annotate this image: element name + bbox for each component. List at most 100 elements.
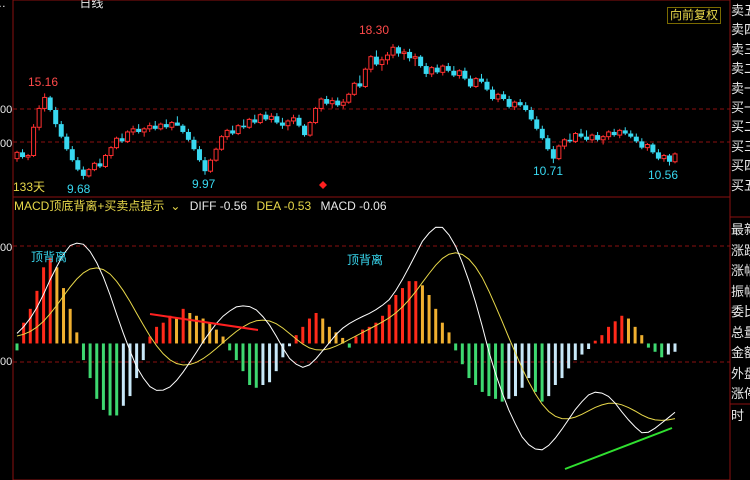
order-book-label[interactable]: 卖一	[731, 81, 750, 97]
macd-histogram-bar	[28, 308, 32, 344]
candle-body	[512, 101, 518, 108]
macd-histogram-bar	[447, 332, 451, 344]
chevron-down-icon[interactable]: ⌄	[170, 199, 180, 213]
candle-body	[86, 169, 92, 177]
candle-body	[174, 122, 180, 126]
macd-histogram-bar	[68, 308, 72, 344]
candle-body	[534, 119, 540, 129]
macd-histogram-bar	[427, 295, 431, 344]
macd-histogram-bar	[660, 343, 664, 358]
candle-body	[47, 97, 53, 110]
bottom-divergence-line	[564, 427, 673, 470]
candle-body	[495, 93, 501, 100]
candle-body	[434, 67, 440, 73]
macd-histogram-bar	[460, 343, 464, 365]
candle-body	[14, 151, 20, 160]
macd-histogram-bar	[573, 343, 577, 361]
fuquan-button[interactable]: 向前复权	[667, 7, 722, 24]
quote-stat-label: 涨跌	[731, 242, 750, 258]
candle-body	[561, 139, 567, 147]
candle-body	[75, 160, 81, 170]
annotation-low-mid: 9.97	[192, 177, 216, 191]
candle-body	[368, 56, 374, 70]
macd-histogram-bar	[533, 343, 537, 392]
candle-body	[285, 120, 291, 127]
macd-histogram-bar	[440, 322, 444, 344]
candle-body	[384, 54, 390, 61]
candle-body	[91, 162, 97, 171]
macd-histogram-bar	[480, 343, 484, 392]
diff-value: DIFF -0.56	[189, 199, 248, 213]
macd-histogram-bar	[35, 290, 39, 344]
candle-body	[595, 135, 601, 140]
macd-histogram-bar	[474, 343, 478, 385]
annotation-high-peak: 18.30	[359, 23, 390, 37]
macd-histogram-bar	[626, 318, 630, 344]
quote-stat-label: 涨停	[731, 386, 750, 401]
candle-body	[119, 138, 125, 142]
candle-body	[523, 105, 529, 110]
candle-body	[556, 145, 562, 160]
candle-body	[108, 147, 114, 156]
candle-body	[528, 110, 534, 120]
macd-header: MACD顶底背离+买卖点提示 ⌄ DIFF -0.56 DEA -0.53 MAC…	[14, 199, 393, 213]
period-fragment[interactable]: 日线	[79, 0, 103, 10]
candle-body	[539, 128, 545, 139]
quote-stat-label: 外盘	[731, 365, 750, 381]
candle-body	[185, 131, 191, 140]
candle-body	[578, 133, 584, 137]
candle-body	[473, 78, 479, 87]
candle-body	[661, 154, 667, 160]
macd-histogram-bar	[75, 332, 79, 344]
macd-histogram-bar	[646, 343, 650, 348]
order-book-label: 卖四	[731, 22, 750, 38]
candle-body	[152, 125, 158, 129]
candle-body	[69, 149, 75, 161]
macd-histogram-bar	[88, 343, 92, 379]
candle-body	[617, 129, 623, 136]
macd-histogram-bar	[155, 326, 159, 344]
time-tab[interactable]: 时	[731, 408, 750, 424]
candle-body	[20, 152, 26, 158]
chart-canvas	[12, 0, 750, 480]
macd-histogram-bar	[288, 343, 292, 347]
macd-histogram-bar	[161, 322, 165, 344]
candle-body	[484, 81, 490, 90]
macd-histogram-bar	[301, 326, 305, 344]
quote-stat-label: 最新	[731, 222, 750, 237]
candle-body	[219, 136, 225, 150]
candle-body	[644, 144, 650, 149]
candle-body	[25, 154, 31, 158]
macd-histogram-bar	[168, 315, 172, 344]
macd-histogram-bar	[141, 343, 145, 361]
candle-body	[224, 129, 230, 138]
macd-histogram-bar	[307, 318, 311, 344]
candle-body	[163, 124, 169, 128]
candle-body	[53, 110, 59, 125]
candle-body	[501, 94, 507, 100]
macd-histogram-bar	[613, 321, 617, 344]
macd-histogram-bar	[467, 343, 471, 379]
macd-histogram-bar	[241, 343, 245, 372]
macd-histogram-bar	[254, 343, 258, 388]
macd-axis-label-lower: 00	[0, 356, 13, 368]
candle-body	[257, 114, 263, 124]
indicator-selector[interactable]: MACD顶底背离+买卖点提示	[14, 199, 164, 213]
macd-histogram-bar	[653, 343, 657, 352]
order-book-label[interactable]: 买一	[731, 100, 750, 116]
macd-histogram-bar	[640, 335, 644, 344]
candle-body	[252, 119, 258, 123]
candle-body	[429, 67, 435, 75]
macd-histogram-bar	[248, 343, 252, 385]
title-fragment: …	[0, 0, 6, 10]
candle-body	[451, 70, 457, 76]
candle-body	[490, 89, 496, 100]
order-book-label: 买四	[731, 158, 750, 174]
macd-histogram-bar	[314, 313, 318, 344]
candle-body	[506, 99, 512, 107]
macd-histogram-bar	[420, 285, 424, 344]
candle-body	[346, 93, 352, 103]
candle-body	[290, 117, 296, 122]
candle-body	[246, 118, 252, 128]
macd-histogram-bar	[121, 343, 125, 406]
